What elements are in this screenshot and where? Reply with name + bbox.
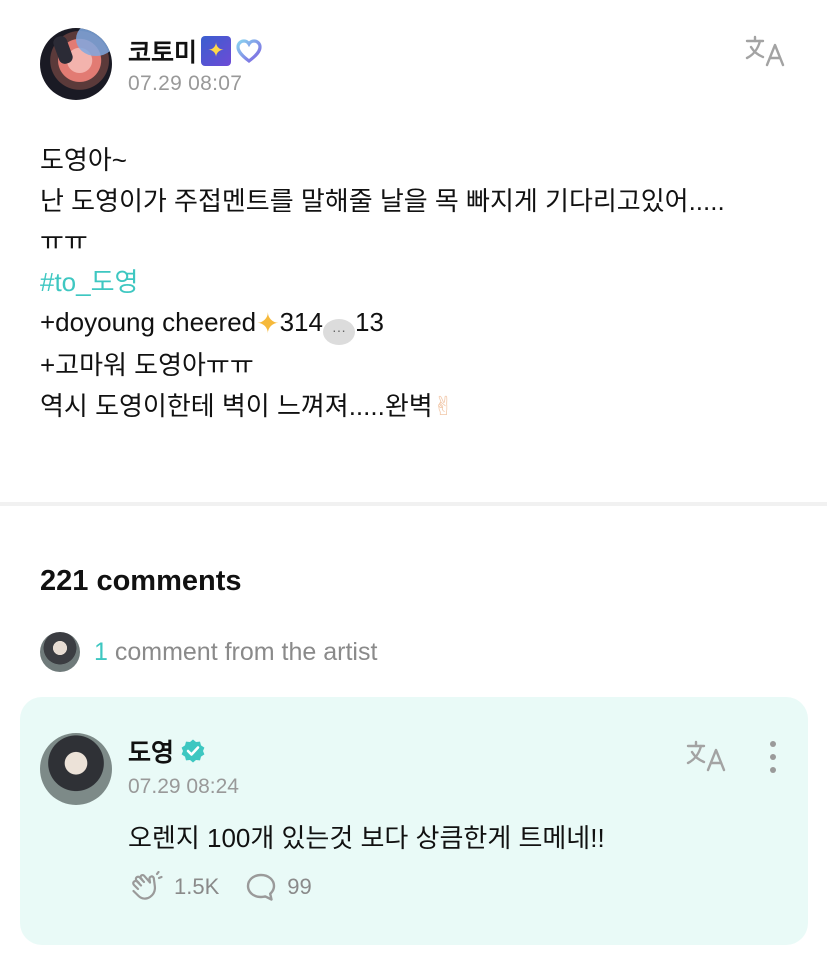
like-button[interactable]: 1.5K <box>128 871 219 903</box>
like-count: 1.5K <box>174 874 220 899</box>
heart-membership-icon <box>235 37 263 65</box>
avatar-sky-shape <box>76 28 112 56</box>
artist-avatar[interactable] <box>40 733 112 805</box>
artist-comment-card: 도영 07.29 08:24 오렌지 100개 있는것 보다 상큼한게 트메네!… <box>20 697 808 945</box>
reply-count: 99 <box>287 874 312 899</box>
speech-bubble-emoji-icon: ··· <box>322 319 355 345</box>
reply-button[interactable]: 99 <box>245 872 312 902</box>
author-avatar[interactable] <box>40 28 112 100</box>
post-line: ㅠㅠ <box>40 226 88 256</box>
cheer-count: 314 <box>279 307 323 337</box>
comments-count: 221 comments <box>40 565 242 597</box>
post-line: 도영아~ <box>40 145 127 175</box>
hashtag-link[interactable]: #to_도영 <box>40 262 800 303</box>
artist-avatar-small <box>40 632 80 672</box>
post-line: 역시 도영이한테 벽이 느껴져.....완벽 <box>40 390 433 421</box>
author-name[interactable]: 코토미 <box>128 33 197 69</box>
translate-icon[interactable] <box>684 739 728 773</box>
translate-icon[interactable] <box>743 34 787 68</box>
more-options-icon[interactable] <box>765 739 781 773</box>
cheer-comment-count: 13 <box>354 307 384 337</box>
artist-comment-count: 1 <box>94 637 108 666</box>
post-line: 난 도영이가 주접멘트를 말해줄 날을 목 빠지게 기다리고있어..... <box>40 185 725 216</box>
star-emoji-icon: ✦ <box>256 308 280 339</box>
post-body: 도영아~ 난 도영이가 주접멘트를 말해줄 날을 목 빠지게 기다리고있어...… <box>40 140 800 426</box>
comment-timestamp: 07.29 08:24 <box>128 775 239 798</box>
reply-bubble-icon <box>247 873 276 901</box>
artist-name-row[interactable]: 도영 <box>128 733 206 769</box>
artist-comment-link[interactable]: 1 comment from the artist <box>40 631 377 673</box>
clap-icon <box>132 871 163 900</box>
post: 코토미 ✦ 07.29 08:07 도영아~ 난 도영이가 주접멘트를 말해줄 … <box>0 0 827 502</box>
avatar-hair-shape <box>51 34 75 66</box>
post-line: +고마워 도영아ㅠㅠ <box>40 350 254 380</box>
artist-comment-label: comment from the artist <box>107 637 378 666</box>
finger-heart-emoji-icon: ✌ <box>432 390 455 421</box>
cheer-line: +doyoung cheered✦314 ··· 13 <box>40 302 800 345</box>
star-sticker-icon: ✦ <box>201 36 232 66</box>
artist-name[interactable]: 도영 <box>128 733 174 769</box>
post-last-line: 역시 도영이한테 벽이 느껴져.....완벽✌ <box>40 386 800 427</box>
cheer-prefix: +doyoung cheered <box>40 307 257 337</box>
artist-comment-summary: 1 comment from the artist <box>94 638 377 667</box>
comment-text: 오렌지 100개 있는것 보다 상큼한게 트메네!! <box>128 823 605 853</box>
post-timestamp: 07.29 08:07 <box>128 72 243 95</box>
verified-badge-icon <box>181 739 205 763</box>
section-divider <box>0 502 827 506</box>
author-name-row[interactable]: 코토미 ✦ <box>128 33 263 69</box>
comment-actions: 1.5K 99 <box>128 871 338 903</box>
